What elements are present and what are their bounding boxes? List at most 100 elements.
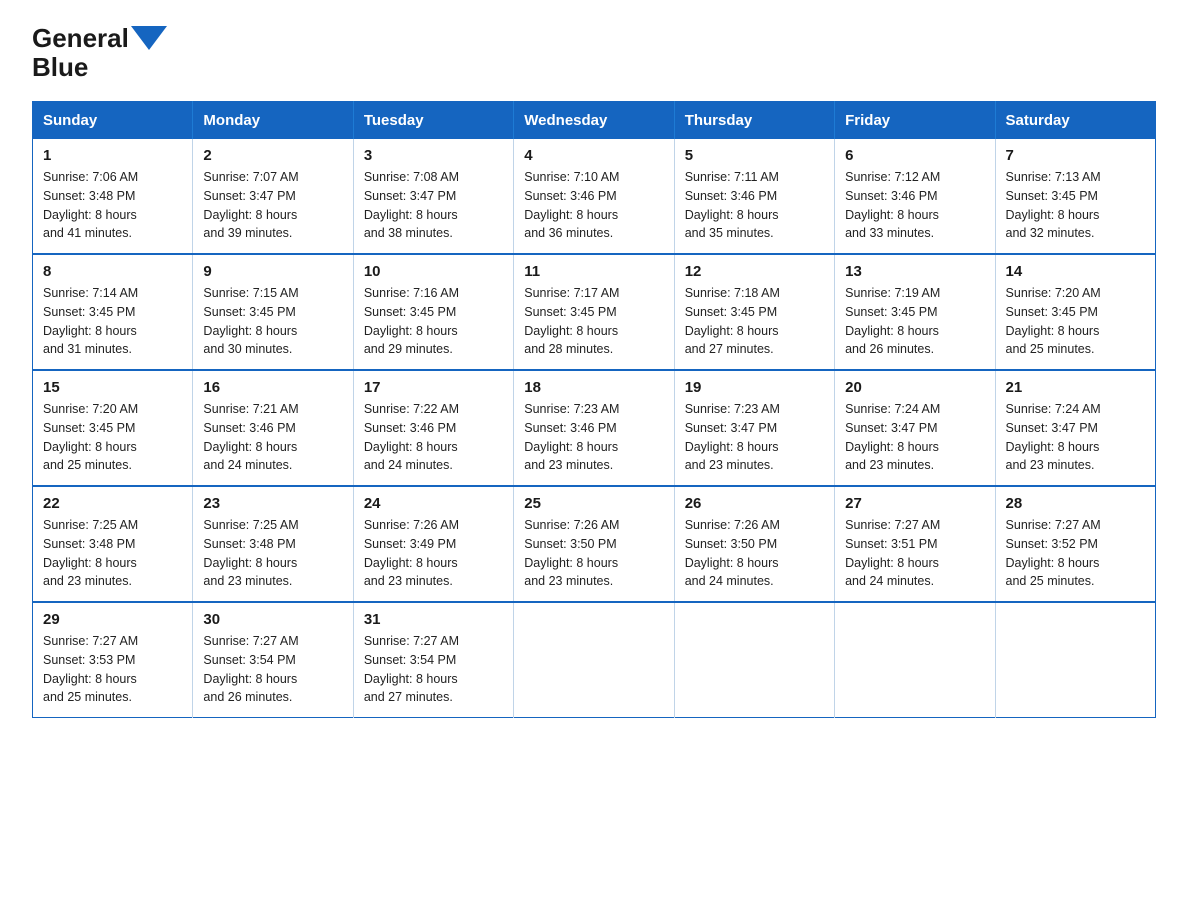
- calendar-header-row: SundayMondayTuesdayWednesdayThursdayFrid…: [33, 102, 1156, 140]
- column-header-sunday: Sunday: [33, 102, 193, 140]
- day-number: 17: [364, 379, 503, 396]
- day-info: Sunrise: 7:27 AMSunset: 3:54 PMDaylight:…: [203, 632, 342, 707]
- calendar-cell: 3 Sunrise: 7:08 AMSunset: 3:47 PMDayligh…: [353, 139, 513, 254]
- column-header-saturday: Saturday: [995, 102, 1155, 140]
- calendar-cell: 2 Sunrise: 7:07 AMSunset: 3:47 PMDayligh…: [193, 139, 353, 254]
- day-number: 8: [43, 263, 182, 280]
- day-number: 22: [43, 495, 182, 512]
- logo-icon: [131, 26, 167, 50]
- column-header-friday: Friday: [835, 102, 995, 140]
- calendar-cell: 10 Sunrise: 7:16 AMSunset: 3:45 PMDaylig…: [353, 254, 513, 370]
- calendar-cell: 12 Sunrise: 7:18 AMSunset: 3:45 PMDaylig…: [674, 254, 834, 370]
- calendar-cell: [995, 602, 1155, 718]
- day-number: 21: [1006, 379, 1145, 396]
- calendar-cell: 6 Sunrise: 7:12 AMSunset: 3:46 PMDayligh…: [835, 139, 995, 254]
- logo-blue: Blue: [32, 52, 88, 82]
- calendar-cell: 5 Sunrise: 7:11 AMSunset: 3:46 PMDayligh…: [674, 139, 834, 254]
- calendar-cell: [674, 602, 834, 718]
- day-number: 18: [524, 379, 663, 396]
- day-info: Sunrise: 7:23 AMSunset: 3:46 PMDaylight:…: [524, 400, 663, 475]
- day-number: 25: [524, 495, 663, 512]
- day-number: 24: [364, 495, 503, 512]
- day-number: 26: [685, 495, 824, 512]
- day-info: Sunrise: 7:25 AMSunset: 3:48 PMDaylight:…: [203, 516, 342, 591]
- logo-general: General: [32, 24, 129, 53]
- day-info: Sunrise: 7:13 AMSunset: 3:45 PMDaylight:…: [1006, 168, 1145, 243]
- day-number: 9: [203, 263, 342, 280]
- column-header-wednesday: Wednesday: [514, 102, 674, 140]
- day-number: 15: [43, 379, 182, 396]
- day-info: Sunrise: 7:24 AMSunset: 3:47 PMDaylight:…: [845, 400, 984, 475]
- day-number: 10: [364, 263, 503, 280]
- day-info: Sunrise: 7:07 AMSunset: 3:47 PMDaylight:…: [203, 168, 342, 243]
- day-info: Sunrise: 7:27 AMSunset: 3:54 PMDaylight:…: [364, 632, 503, 707]
- day-info: Sunrise: 7:18 AMSunset: 3:45 PMDaylight:…: [685, 284, 824, 359]
- day-info: Sunrise: 7:12 AMSunset: 3:46 PMDaylight:…: [845, 168, 984, 243]
- day-info: Sunrise: 7:21 AMSunset: 3:46 PMDaylight:…: [203, 400, 342, 475]
- day-info: Sunrise: 7:27 AMSunset: 3:52 PMDaylight:…: [1006, 516, 1145, 591]
- day-info: Sunrise: 7:20 AMSunset: 3:45 PMDaylight:…: [1006, 284, 1145, 359]
- day-info: Sunrise: 7:16 AMSunset: 3:45 PMDaylight:…: [364, 284, 503, 359]
- calendar-week-row: 15 Sunrise: 7:20 AMSunset: 3:45 PMDaylig…: [33, 370, 1156, 486]
- day-number: 30: [203, 611, 342, 628]
- page-header: General Blue: [32, 24, 1156, 81]
- day-info: Sunrise: 7:19 AMSunset: 3:45 PMDaylight:…: [845, 284, 984, 359]
- calendar-cell: [514, 602, 674, 718]
- day-number: 13: [845, 263, 984, 280]
- day-info: Sunrise: 7:23 AMSunset: 3:47 PMDaylight:…: [685, 400, 824, 475]
- calendar-week-row: 22 Sunrise: 7:25 AMSunset: 3:48 PMDaylig…: [33, 486, 1156, 602]
- day-info: Sunrise: 7:08 AMSunset: 3:47 PMDaylight:…: [364, 168, 503, 243]
- calendar-cell: 19 Sunrise: 7:23 AMSunset: 3:47 PMDaylig…: [674, 370, 834, 486]
- day-number: 7: [1006, 147, 1145, 164]
- calendar-cell: 20 Sunrise: 7:24 AMSunset: 3:47 PMDaylig…: [835, 370, 995, 486]
- calendar-cell: 16 Sunrise: 7:21 AMSunset: 3:46 PMDaylig…: [193, 370, 353, 486]
- day-info: Sunrise: 7:06 AMSunset: 3:48 PMDaylight:…: [43, 168, 182, 243]
- day-info: Sunrise: 7:11 AMSunset: 3:46 PMDaylight:…: [685, 168, 824, 243]
- calendar-cell: 26 Sunrise: 7:26 AMSunset: 3:50 PMDaylig…: [674, 486, 834, 602]
- calendar-cell: 29 Sunrise: 7:27 AMSunset: 3:53 PMDaylig…: [33, 602, 193, 718]
- calendar-cell: 30 Sunrise: 7:27 AMSunset: 3:54 PMDaylig…: [193, 602, 353, 718]
- calendar-cell: 9 Sunrise: 7:15 AMSunset: 3:45 PMDayligh…: [193, 254, 353, 370]
- calendar-cell: 23 Sunrise: 7:25 AMSunset: 3:48 PMDaylig…: [193, 486, 353, 602]
- day-number: 14: [1006, 263, 1145, 280]
- calendar-cell: 28 Sunrise: 7:27 AMSunset: 3:52 PMDaylig…: [995, 486, 1155, 602]
- calendar-cell: 25 Sunrise: 7:26 AMSunset: 3:50 PMDaylig…: [514, 486, 674, 602]
- day-number: 16: [203, 379, 342, 396]
- day-info: Sunrise: 7:27 AMSunset: 3:53 PMDaylight:…: [43, 632, 182, 707]
- calendar-cell: 17 Sunrise: 7:22 AMSunset: 3:46 PMDaylig…: [353, 370, 513, 486]
- day-info: Sunrise: 7:17 AMSunset: 3:45 PMDaylight:…: [524, 284, 663, 359]
- calendar-week-row: 1 Sunrise: 7:06 AMSunset: 3:48 PMDayligh…: [33, 139, 1156, 254]
- day-number: 29: [43, 611, 182, 628]
- day-info: Sunrise: 7:22 AMSunset: 3:46 PMDaylight:…: [364, 400, 503, 475]
- column-header-thursday: Thursday: [674, 102, 834, 140]
- calendar-cell: [835, 602, 995, 718]
- calendar-cell: 13 Sunrise: 7:19 AMSunset: 3:45 PMDaylig…: [835, 254, 995, 370]
- calendar-week-row: 8 Sunrise: 7:14 AMSunset: 3:45 PMDayligh…: [33, 254, 1156, 370]
- calendar-cell: 1 Sunrise: 7:06 AMSunset: 3:48 PMDayligh…: [33, 139, 193, 254]
- day-number: 6: [845, 147, 984, 164]
- day-info: Sunrise: 7:24 AMSunset: 3:47 PMDaylight:…: [1006, 400, 1145, 475]
- day-number: 20: [845, 379, 984, 396]
- calendar-cell: 15 Sunrise: 7:20 AMSunset: 3:45 PMDaylig…: [33, 370, 193, 486]
- calendar-cell: 18 Sunrise: 7:23 AMSunset: 3:46 PMDaylig…: [514, 370, 674, 486]
- day-info: Sunrise: 7:27 AMSunset: 3:51 PMDaylight:…: [845, 516, 984, 591]
- day-number: 12: [685, 263, 824, 280]
- day-number: 28: [1006, 495, 1145, 512]
- day-number: 11: [524, 263, 663, 280]
- day-info: Sunrise: 7:26 AMSunset: 3:50 PMDaylight:…: [524, 516, 663, 591]
- calendar-cell: 27 Sunrise: 7:27 AMSunset: 3:51 PMDaylig…: [835, 486, 995, 602]
- day-number: 2: [203, 147, 342, 164]
- calendar-week-row: 29 Sunrise: 7:27 AMSunset: 3:53 PMDaylig…: [33, 602, 1156, 718]
- day-number: 23: [203, 495, 342, 512]
- day-number: 5: [685, 147, 824, 164]
- day-number: 4: [524, 147, 663, 164]
- calendar-cell: 24 Sunrise: 7:26 AMSunset: 3:49 PMDaylig…: [353, 486, 513, 602]
- day-number: 19: [685, 379, 824, 396]
- day-info: Sunrise: 7:10 AMSunset: 3:46 PMDaylight:…: [524, 168, 663, 243]
- day-number: 3: [364, 147, 503, 164]
- calendar-cell: 11 Sunrise: 7:17 AMSunset: 3:45 PMDaylig…: [514, 254, 674, 370]
- day-info: Sunrise: 7:26 AMSunset: 3:49 PMDaylight:…: [364, 516, 503, 591]
- day-info: Sunrise: 7:14 AMSunset: 3:45 PMDaylight:…: [43, 284, 182, 359]
- day-info: Sunrise: 7:20 AMSunset: 3:45 PMDaylight:…: [43, 400, 182, 475]
- calendar-cell: 4 Sunrise: 7:10 AMSunset: 3:46 PMDayligh…: [514, 139, 674, 254]
